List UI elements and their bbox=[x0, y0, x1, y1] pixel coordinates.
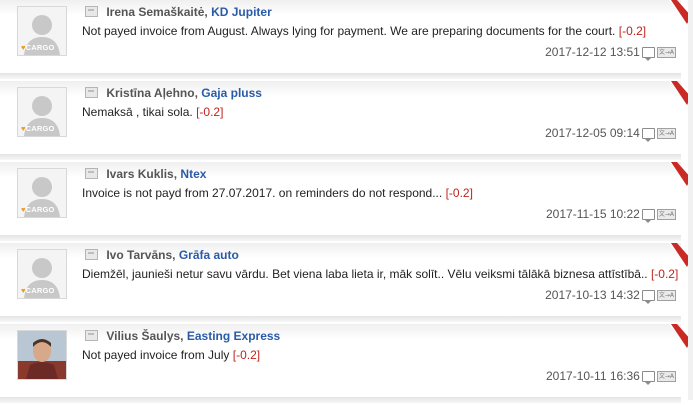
review-item: ♥CARGO Ivo Tarvāns, Grāfa auto Diemžēl, … bbox=[0, 243, 693, 324]
score-badge: [-0.2] bbox=[618, 24, 647, 38]
comment-icon[interactable] bbox=[641, 46, 655, 61]
company-link[interactable]: Easting Express bbox=[187, 329, 280, 343]
score-badge: [-0.2] bbox=[445, 186, 473, 200]
avatar[interactable]: ♥CARGO bbox=[17, 87, 67, 137]
cargo-logo-text: CARGO bbox=[25, 286, 55, 295]
cargo-logo-text: CARGO bbox=[25, 124, 55, 133]
review-meta: 2017-11-15 10:22 文→A bbox=[546, 207, 676, 223]
review-body: Invoice is not payd from 27.07.2017. on … bbox=[82, 186, 443, 200]
review-item: ♥CARGO Irena Semaškaitė, KD Jupiter Not … bbox=[0, 0, 693, 81]
review-meta: 2017-10-13 14:32 文→A bbox=[545, 288, 676, 304]
comment-icon[interactable] bbox=[641, 370, 655, 385]
company-link[interactable]: Gaja pluss bbox=[201, 86, 262, 100]
cargo-logo-text: CARGO bbox=[25, 205, 55, 214]
translate-icon[interactable]: 文→A bbox=[656, 370, 676, 382]
avatar[interactable]: ♥CARGO bbox=[17, 6, 67, 56]
cargo-logo: ♥CARGO bbox=[21, 205, 55, 214]
review-date: 2017-10-11 16:36 bbox=[546, 369, 640, 383]
review-meta: 2017-12-12 13:51 文→A bbox=[545, 45, 676, 61]
author-name[interactable]: Irena Semaškaitė, bbox=[106, 5, 207, 19]
author-name[interactable]: Kristīna Aļehno, bbox=[106, 86, 198, 100]
id-card-icon bbox=[85, 249, 98, 260]
translate-icon[interactable]: 文→A bbox=[656, 208, 676, 220]
review-divider bbox=[0, 235, 681, 241]
review-meta: 2017-10-11 16:36 文→A bbox=[546, 369, 676, 385]
cargo-logo: ♥CARGO bbox=[21, 43, 55, 52]
review-item: ♥CARGO Ivars Kuklis, Ntex Invoice is not… bbox=[0, 162, 693, 243]
review-date: 2017-12-12 13:51 bbox=[545, 45, 640, 59]
review-date: 2017-12-05 09:14 bbox=[545, 126, 640, 140]
review-divider bbox=[0, 154, 681, 160]
comment-icon[interactable] bbox=[641, 289, 655, 304]
avatar[interactable]: ♥CARGO bbox=[17, 168, 67, 218]
review-date: 2017-10-13 14:32 bbox=[545, 288, 640, 302]
score-badge: [-0.2] bbox=[232, 348, 261, 362]
comment-icon[interactable] bbox=[641, 127, 655, 142]
comment-icon[interactable] bbox=[641, 208, 655, 223]
review-header: Kristīna Aļehno, Gaja pluss bbox=[85, 86, 262, 100]
review-text: Nemaksā , tikai sola. [-0.2] bbox=[82, 105, 223, 119]
review-body: Diemžēl, jaunieši netur savu vārdu. Bet … bbox=[82, 267, 648, 281]
author-name[interactable]: Ivars Kuklis, bbox=[106, 167, 177, 181]
translate-icon[interactable]: 文→A bbox=[656, 46, 676, 58]
review-header: Ivo Tarvāns, Grāfa auto bbox=[85, 248, 239, 262]
review-header: Irena Semaškaitė, KD Jupiter bbox=[85, 5, 272, 19]
review-header: Ivars Kuklis, Ntex bbox=[85, 167, 206, 181]
company-link[interactable]: KD Jupiter bbox=[211, 5, 272, 19]
review-item: Vilius Šaulys, Easting Express Not payed… bbox=[0, 324, 693, 405]
review-body: Not payed invoice from August. Always ly… bbox=[82, 24, 616, 38]
review-text: Diemžēl, jaunieši netur savu vārdu. Bet … bbox=[82, 267, 678, 281]
cargo-logo-text: CARGO bbox=[25, 43, 55, 52]
id-card-icon bbox=[85, 330, 98, 341]
id-card-icon bbox=[85, 168, 98, 179]
avatar[interactable]: ♥CARGO bbox=[17, 249, 67, 299]
translate-icon[interactable]: 文→A bbox=[656, 289, 676, 301]
author-name[interactable]: Ivo Tarvāns, bbox=[106, 248, 175, 262]
review-divider bbox=[0, 397, 681, 403]
author-name[interactable]: Vilius Šaulys, bbox=[106, 329, 183, 343]
review-divider bbox=[0, 316, 681, 322]
review-meta: 2017-12-05 09:14 文→A bbox=[545, 126, 676, 142]
company-link[interactable]: Grāfa auto bbox=[179, 248, 239, 262]
id-card-icon bbox=[85, 87, 98, 98]
review-text: Invoice is not payd from 27.07.2017. on … bbox=[82, 186, 473, 200]
review-body: Not payed invoice from July bbox=[82, 348, 230, 362]
score-badge: [-0.2] bbox=[196, 105, 224, 119]
review-header: Vilius Šaulys, Easting Express bbox=[85, 329, 280, 343]
review-text: Not payed invoice from August. Always ly… bbox=[82, 24, 646, 38]
user-photo-icon bbox=[18, 331, 66, 379]
cargo-logo: ♥CARGO bbox=[21, 286, 55, 295]
review-item: ♥CARGO Kristīna Aļehno, Gaja pluss Nemak… bbox=[0, 81, 693, 162]
cargo-logo: ♥CARGO bbox=[21, 124, 55, 133]
company-link[interactable]: Ntex bbox=[180, 167, 206, 181]
scrollbar[interactable] bbox=[688, 0, 693, 400]
review-body: Nemaksā , tikai sola. bbox=[82, 105, 193, 119]
review-divider bbox=[0, 73, 681, 79]
translate-icon[interactable]: 文→A bbox=[656, 127, 676, 139]
review-date: 2017-11-15 10:22 bbox=[546, 207, 640, 221]
avatar[interactable] bbox=[17, 330, 67, 380]
review-text: Not payed invoice from July [-0.2] bbox=[82, 348, 260, 362]
id-card-icon bbox=[85, 6, 98, 17]
